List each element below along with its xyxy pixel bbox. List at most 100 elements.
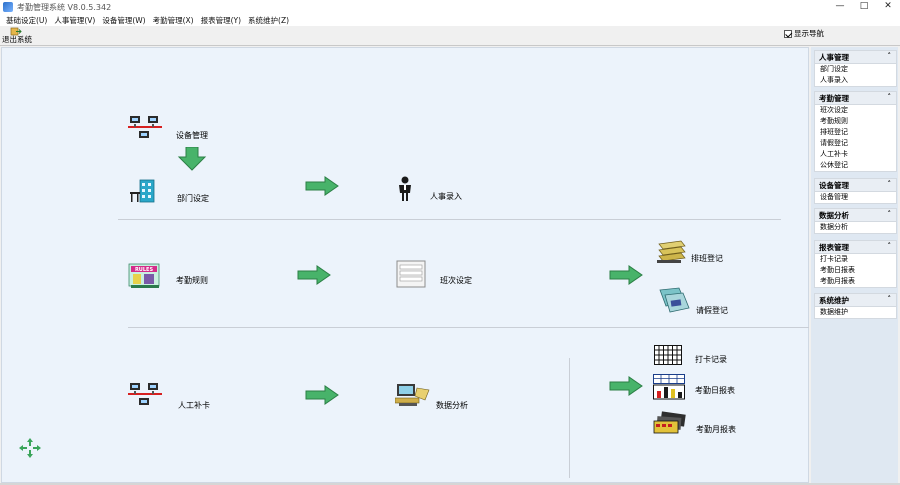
nav-item-data-maintenance[interactable]: 数据维护 [815,307,896,318]
menu-personnel[interactable]: 人事管理(V) [54,15,95,26]
nav-group-reports: 报表管理 ˄ 打卡记录 考勤日报表 考勤月报表 [814,240,897,288]
title-bar: 考勤管理系统 V8.0.5.342 — □ ✕ [0,0,900,14]
menu-device[interactable]: 设备管理(W) [102,15,145,26]
node-dept-setup[interactable]: 部门设定 [130,178,209,204]
leave-papers-icon [659,287,690,312]
nav-group-header[interactable]: 考勤管理 ˄ [815,92,896,105]
menu-bar: 基础设定(U) 人事管理(V) 设备管理(W) 考勤管理(X) 报表管理(Y) … [0,14,900,26]
divider-1 [118,219,781,220]
nav-item-leave-register[interactable]: 请假登记 [815,138,896,149]
exit-button[interactable]: 退出系统 [2,27,32,45]
node-manual-punch[interactable]: 人工补卡 [128,378,210,411]
nav-item-shift-setup[interactable]: 班次设定 [815,105,896,116]
toolbar: 退出系统 显示导航 [0,26,900,46]
show-nav-toggle[interactable]: 显示导航 [784,28,824,39]
nav-group-attendance: 考勤管理 ˄ 班次设定 考勤规则 排班登记 请假登记 人工补卡 公休登记 [814,91,897,172]
node-daily-report[interactable]: 考勤日报表 [653,374,735,400]
label-punch-records: 打卡记录 [695,354,727,364]
divider-2 [128,327,809,328]
nav-item-public-holiday[interactable]: 公休登记 [815,160,896,171]
menu-system[interactable]: 系统维护(Z) [248,15,289,26]
node-personnel-entry[interactable]: 人事录入 [397,175,462,202]
nav-item-device-mgmt[interactable]: 设备管理 [815,192,896,203]
nav-group-title: 系统维护 [819,295,849,305]
label-leave-register: 请假登记 [696,306,728,315]
label-data-analysis: 数据分析 [436,401,468,410]
arrow-right-icon [609,265,643,285]
workflow-canvas: 设备管理 部门设定 人事录入 RULES 考勤规则 班次设定 排班登记 请假登记… [1,47,809,483]
rules-book-icon: RULES [128,263,160,288]
label-dept-setup: 部门设定 [177,193,209,203]
nav-item-shift-register[interactable]: 排班登记 [815,127,896,138]
collapse-chevron-icon[interactable]: ˄ [888,93,892,101]
nav-item-data-analysis[interactable]: 数据分析 [815,222,896,233]
app-icon [3,2,13,12]
nav-group-device: 设备管理 ˄ 设备管理 [814,178,897,204]
label-personnel-entry: 人事录入 [430,192,462,201]
show-nav-label: 显示导航 [794,29,824,38]
nav-item-dept-setup[interactable]: 部门设定 [815,64,896,75]
shift-table-icon [396,260,426,288]
daily-report-chart-icon [653,374,685,400]
nav-group-title: 考勤管理 [819,93,849,103]
nav-group-title: 报表管理 [819,242,849,252]
show-nav-checkbox[interactable] [784,29,792,38]
collapse-chevron-icon[interactable]: ˄ [888,242,892,250]
collapse-chevron-icon[interactable]: ˄ [888,180,892,188]
node-punch-records[interactable]: 打卡记录 [654,345,727,365]
nav-group-header[interactable]: 系统维护 ˄ [815,294,896,307]
node-data-analysis[interactable]: 数据分析 [395,378,468,411]
nav-item-attendance-rules[interactable]: 考勤规则 [815,116,896,127]
monthly-report-cards-icon [653,410,686,433]
exit-label: 退出系统 [2,35,32,44]
nav-item-manual-punch[interactable]: 人工补卡 [815,149,896,160]
nav-group-header[interactable]: 设备管理 ˄ [815,179,896,192]
office-building-icon [130,179,155,203]
node-monthly-report[interactable]: 考勤月报表 [653,410,736,435]
nav-group-personnel: 人事管理 ˄ 部门设定 人事录入 [814,50,897,87]
grid-table-icon [654,345,682,365]
data-analysis-computer-icon [395,383,430,406]
nav-group-analysis: 数据分析 ˄ 数据分析 [814,208,897,234]
nav-item-punch-records[interactable]: 打卡记录 [815,254,896,265]
node-shift-register[interactable]: 排班登记 [657,239,723,264]
collapse-chevron-icon[interactable]: ˄ [888,210,892,218]
svg-text:RULES: RULES [135,267,154,273]
arrow-right-icon [305,385,339,405]
nav-group-title: 人事管理 [819,52,849,62]
move-handle-icon[interactable] [18,437,42,459]
label-daily-report: 考勤日报表 [695,385,735,395]
label-attendance-rules: 考勤规则 [176,275,208,285]
node-attendance-rules[interactable]: RULES 考勤规则 [128,261,208,289]
arrow-right-icon [305,176,339,196]
collapse-chevron-icon[interactable]: ˄ [888,295,892,303]
label-device-mgmt: 设备管理 [176,130,208,140]
nav-item-personnel-entry[interactable]: 人事录入 [815,75,896,86]
nav-group-header[interactable]: 数据分析 ˄ [815,209,896,222]
label-shift-register: 排班登记 [691,254,723,263]
maximize-button[interactable]: □ [852,0,876,12]
node-device-mgmt[interactable]: 设备管理 [128,114,208,142]
nav-group-header[interactable]: 人事管理 ˄ [815,51,896,64]
window-title: 考勤管理系统 V8.0.5.342 [17,2,112,12]
label-monthly-report: 考勤月报表 [696,425,736,434]
network-computers-icon [128,116,162,138]
nav-group-system: 系统维护 ˄ 数据维护 [814,293,897,319]
nav-group-header[interactable]: 报表管理 ˄ [815,241,896,254]
nav-group-title: 数据分析 [819,210,849,220]
person-icon [399,176,411,201]
menu-attendance[interactable]: 考勤管理(X) [153,15,194,26]
nav-group-title: 设备管理 [819,180,849,190]
network-computers-icon [128,382,162,405]
close-button[interactable]: ✕ [876,0,900,12]
node-shift-setup[interactable]: 班次设定 [396,260,472,288]
shift-schedule-icon [657,240,686,263]
nav-item-daily-report[interactable]: 考勤日报表 [815,265,896,276]
minimize-button[interactable]: — [828,0,852,12]
arrow-right-icon [609,376,643,396]
menu-basic-settings[interactable]: 基础设定(U) [6,15,47,26]
collapse-chevron-icon[interactable]: ˄ [888,52,892,60]
node-leave-register[interactable]: 请假登记 [657,283,728,316]
menu-reports[interactable]: 报表管理(Y) [201,15,241,26]
nav-item-monthly-report[interactable]: 考勤月报表 [815,276,896,287]
